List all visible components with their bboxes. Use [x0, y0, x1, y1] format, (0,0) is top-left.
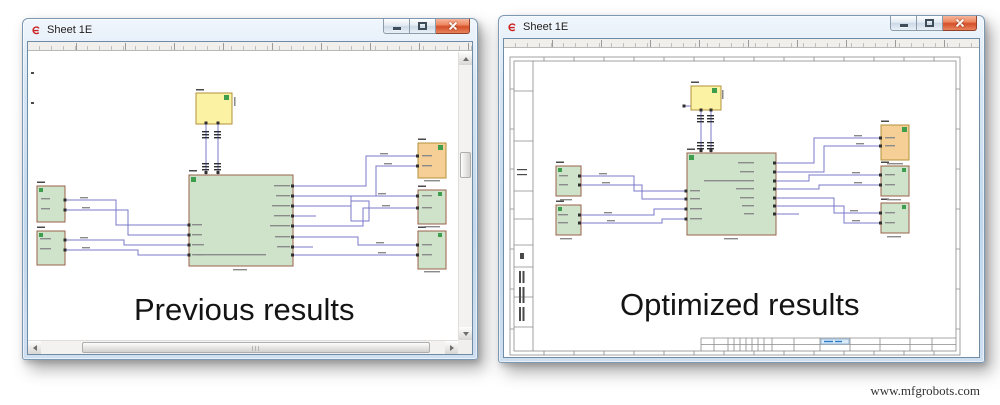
app-icon — [30, 24, 42, 36]
maximize-icon — [418, 22, 427, 30]
arrow-up-icon — [462, 56, 469, 61]
main-block[interactable] — [686, 152, 777, 236]
vertical-scrollbar[interactable] — [458, 52, 472, 340]
scroll-right-arrow[interactable] — [445, 341, 458, 354]
schematic-canvas-optimized[interactable]: Optimized results — [504, 49, 979, 357]
window-title: Sheet 1E — [523, 21, 569, 33]
minimize-icon — [392, 27, 401, 30]
scrollbar-corner — [458, 340, 472, 354]
window-controls — [890, 16, 977, 31]
window-title: Sheet 1E — [47, 24, 93, 36]
vertical-scroll-thumb[interactable] — [460, 152, 471, 178]
app-icon — [506, 21, 518, 33]
close-button[interactable] — [943, 16, 977, 31]
titlebar[interactable]: Sheet 1E — [499, 16, 984, 38]
close-icon — [447, 21, 459, 31]
sheet-content: Previous results — [27, 41, 473, 355]
main-block[interactable] — [188, 174, 294, 267]
maximize-button[interactable] — [917, 16, 943, 31]
caption-optimized[interactable]: Optimized results — [620, 287, 859, 323]
maximize-icon — [925, 19, 934, 27]
arrow-right-icon — [449, 344, 454, 351]
arrow-left-icon — [32, 344, 37, 351]
title-block-highlight — [820, 338, 850, 345]
minimize-icon — [899, 24, 908, 27]
titlebar[interactable]: Sheet 1E — [23, 19, 477, 41]
horizontal-ruler — [504, 39, 979, 48]
close-icon — [954, 18, 966, 28]
schematic-canvas-previous[interactable]: Previous results — [28, 52, 472, 354]
window-previous: Sheet 1E Previous results — [22, 18, 478, 360]
minimize-button[interactable] — [383, 19, 410, 34]
window-optimized: Sheet 1E Optimized results — [498, 15, 985, 363]
window-controls — [383, 19, 470, 34]
minimize-button[interactable] — [890, 16, 917, 31]
caption-previous[interactable]: Previous results — [134, 292, 355, 328]
watermark-text: www.mfgrobots.com — [870, 383, 980, 398]
sheet-content: Optimized results — [503, 38, 980, 358]
arrow-down-icon — [462, 331, 469, 336]
close-button[interactable] — [436, 19, 470, 34]
maximize-button[interactable] — [410, 19, 436, 34]
horizontal-scrollbar[interactable] — [28, 340, 458, 354]
horizontal-scroll-thumb[interactable] — [82, 342, 430, 353]
scroll-up-arrow[interactable] — [459, 52, 472, 65]
horizontal-ruler — [28, 42, 472, 51]
scroll-down-arrow[interactable] — [459, 327, 472, 340]
scroll-left-arrow[interactable] — [28, 341, 41, 354]
desktop: Sheet 1E Previous results Sheet 1E Optim… — [0, 0, 1000, 405]
